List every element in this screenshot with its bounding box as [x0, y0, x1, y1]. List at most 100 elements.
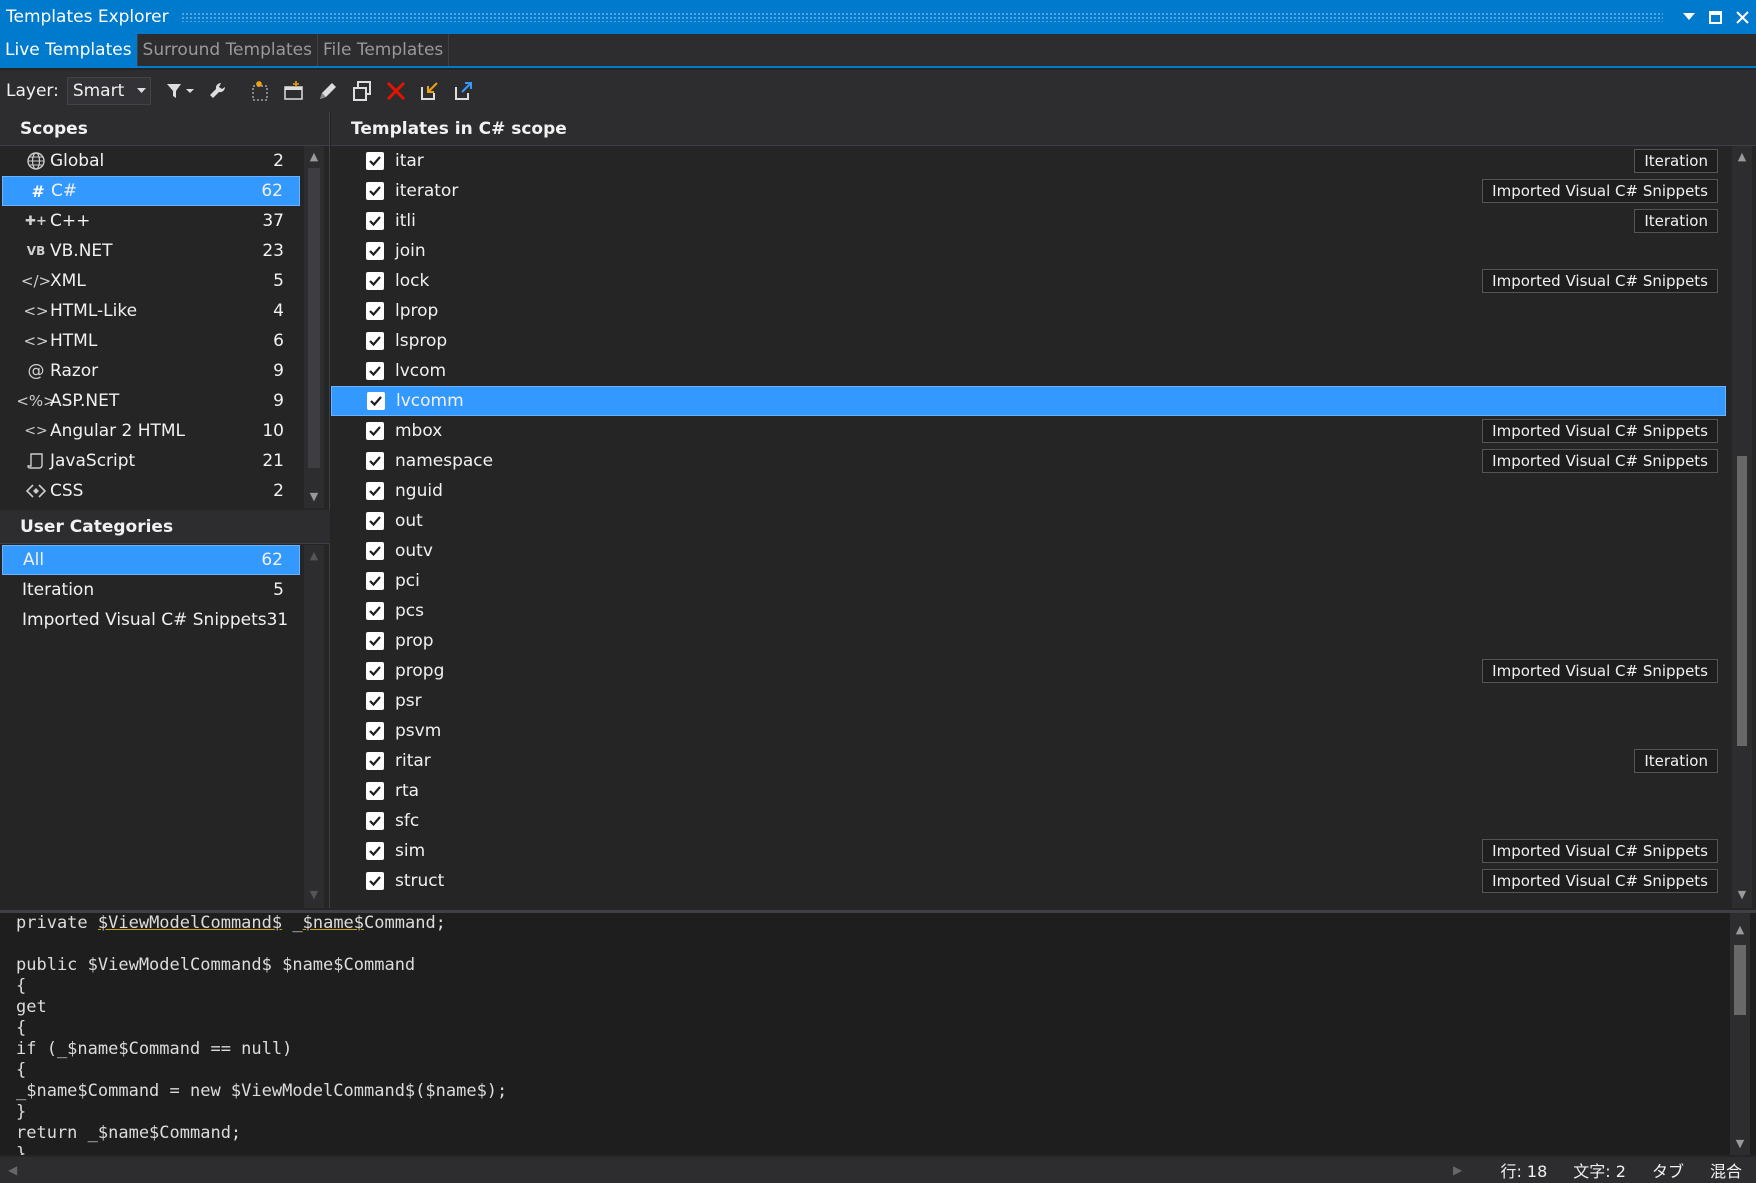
scope-aspnet[interactable]: <%> ASP.NET 9 — [2, 386, 300, 416]
template-row[interactable]: out — [331, 506, 1726, 536]
scroll-up-icon[interactable]: ▲ — [1732, 923, 1748, 936]
close-icon[interactable] — [1729, 0, 1756, 34]
new-template-icon[interactable] — [243, 74, 277, 108]
category-imported-snippets[interactable]: Imported Visual C# Snippets 31 — [2, 605, 300, 635]
scroll-down-icon[interactable]: ▼ — [306, 490, 322, 503]
template-checkbox[interactable] — [366, 302, 384, 320]
scope-csharp[interactable]: # C# 62 — [2, 176, 300, 206]
scope-html[interactable]: <> HTML 6 — [2, 326, 300, 356]
template-checkbox[interactable] — [366, 692, 384, 710]
template-row[interactable]: mbox Imported Visual C# Snippets — [331, 416, 1726, 446]
template-code[interactable]: private $ViewModelCommand$ _$name$Comman… — [16, 913, 507, 1155]
template-row[interactable]: psr — [331, 686, 1726, 716]
template-checkbox[interactable] — [366, 332, 384, 350]
scroll-up-icon[interactable]: ▲ — [1734, 150, 1750, 163]
scope-xml[interactable]: </> XML 5 — [2, 266, 300, 296]
scroll-up-icon[interactable]: ▲ — [306, 150, 322, 163]
scope-css[interactable]: CSS 2 — [2, 476, 300, 506]
new-folder-icon[interactable] — [277, 74, 311, 108]
template-row[interactable]: iterator Imported Visual C# Snippets — [331, 176, 1726, 206]
template-row[interactable]: sim Imported Visual C# Snippets — [331, 836, 1726, 866]
scroll-down-icon[interactable]: ▼ — [306, 888, 322, 901]
template-row[interactable]: sfc — [331, 806, 1726, 836]
filter-icon[interactable] — [161, 74, 201, 108]
scroll-left-icon[interactable]: ◀ — [8, 1163, 17, 1177]
export-icon[interactable] — [447, 74, 481, 108]
delete-icon[interactable] — [379, 74, 413, 108]
template-row[interactable]: ritar Iteration — [331, 746, 1726, 776]
scope-cpp[interactable]: ✚+ C++ 37 — [2, 206, 300, 236]
template-row[interactable]: propg Imported Visual C# Snippets — [331, 656, 1726, 686]
template-editor[interactable]: private $ViewModelCommand$ _$name$Comman… — [0, 910, 1756, 1155]
editor-scroll-thumb[interactable] — [1734, 945, 1746, 1015]
template-row[interactable]: lvcomm — [331, 386, 1726, 416]
scroll-down-icon[interactable]: ▼ — [1734, 888, 1750, 901]
scopes-scroll-thumb[interactable] — [308, 168, 320, 468]
scroll-right-icon[interactable]: ▶ — [1453, 1163, 1462, 1177]
template-row[interactable]: prop — [331, 626, 1726, 656]
templates-scroll-thumb[interactable] — [1737, 456, 1747, 746]
template-row[interactable]: lvcom — [331, 356, 1726, 386]
template-checkbox[interactable] — [366, 572, 384, 590]
scope-vbnet[interactable]: VB VB.NET 23 — [2, 236, 300, 266]
category-iteration[interactable]: Iteration 5 — [2, 575, 300, 605]
edit-icon[interactable] — [311, 74, 345, 108]
template-checkbox[interactable] — [366, 152, 384, 170]
template-row[interactable]: itar Iteration — [331, 146, 1726, 176]
template-checkbox[interactable] — [366, 842, 384, 860]
scroll-up-icon[interactable]: ▲ — [306, 549, 322, 562]
template-checkbox[interactable] — [366, 662, 384, 680]
template-row[interactable]: join — [331, 236, 1726, 266]
template-checkbox[interactable] — [366, 752, 384, 770]
layer-select[interactable]: Smart — [66, 77, 151, 105]
scope-global[interactable]: Global 2 — [2, 146, 300, 176]
scroll-down-icon[interactable]: ▼ — [1732, 1137, 1748, 1150]
template-checkbox[interactable] — [366, 602, 384, 620]
tab-surround-templates[interactable]: Surround Templates — [138, 34, 318, 66]
template-checkbox[interactable] — [366, 482, 384, 500]
template-checkbox[interactable] — [366, 512, 384, 530]
scopes-scrollbar[interactable]: ▲ ▼ — [304, 146, 324, 508]
import-icon[interactable] — [413, 74, 447, 108]
template-checkbox[interactable] — [366, 362, 384, 380]
scope-javascript[interactable]: JavaScript 21 — [2, 446, 300, 476]
template-row[interactable]: namespace Imported Visual C# Snippets — [331, 446, 1726, 476]
template-checkbox[interactable] — [366, 422, 384, 440]
template-row[interactable]: struct Imported Visual C# Snippets — [331, 866, 1726, 896]
maximize-icon[interactable] — [1702, 0, 1729, 34]
template-row[interactable]: outv — [331, 536, 1726, 566]
template-row[interactable]: lsprop — [331, 326, 1726, 356]
template-row[interactable]: pcs — [331, 596, 1726, 626]
tab-file-templates[interactable]: File Templates — [318, 34, 450, 66]
template-checkbox[interactable] — [366, 242, 384, 260]
scope-html-like[interactable]: <> HTML-Like 4 — [2, 296, 300, 326]
tab-live-templates[interactable]: Live Templates — [0, 34, 138, 66]
template-checkbox[interactable] — [366, 542, 384, 560]
wrench-icon[interactable] — [201, 74, 235, 108]
scope-angular[interactable]: <> Angular 2 HTML 10 — [2, 416, 300, 446]
template-row[interactable]: lprop — [331, 296, 1726, 326]
scope-razor[interactable]: @ Razor 9 — [2, 356, 300, 386]
template-row[interactable]: nguid — [331, 476, 1726, 506]
template-checkbox[interactable] — [366, 272, 384, 290]
template-checkbox[interactable] — [366, 812, 384, 830]
template-checkbox[interactable] — [367, 392, 385, 410]
template-checkbox[interactable] — [366, 872, 384, 890]
template-checkbox[interactable] — [366, 632, 384, 650]
template-checkbox[interactable] — [366, 182, 384, 200]
template-row[interactable]: itli Iteration — [331, 206, 1726, 236]
template-row[interactable]: rta — [331, 776, 1726, 806]
editor-scrollbar[interactable]: ▲ ▼ — [1730, 913, 1750, 1155]
template-checkbox[interactable] — [366, 212, 384, 230]
template-row[interactable]: lock Imported Visual C# Snippets — [331, 266, 1726, 296]
template-checkbox[interactable] — [366, 782, 384, 800]
categories-scrollbar[interactable]: ▲ ▼ — [304, 545, 324, 908]
category-all[interactable]: All 62 — [2, 545, 300, 575]
templates-scrollbar[interactable]: ▲ ▼ — [1732, 146, 1752, 908]
template-row[interactable]: psvm — [331, 716, 1726, 746]
dropdown-icon[interactable] — [1675, 0, 1702, 34]
template-checkbox[interactable] — [366, 452, 384, 470]
duplicate-icon[interactable] — [345, 74, 379, 108]
template-row[interactable]: pci — [331, 566, 1726, 596]
template-checkbox[interactable] — [366, 722, 384, 740]
